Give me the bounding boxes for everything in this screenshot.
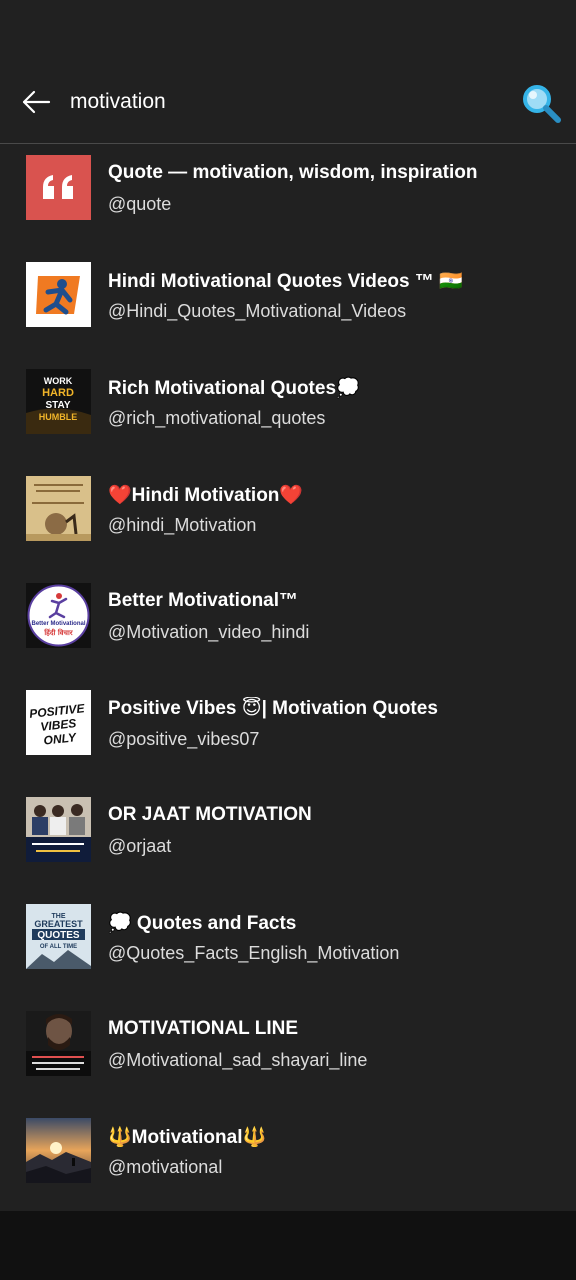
list-item[interactable]: MOTIVATIONAL LINE @Motivational_sad_shay… <box>0 1000 576 1107</box>
channel-handle: @quote <box>108 194 172 214</box>
channel-title: 🔱Motivational🔱 <box>108 1127 267 1148</box>
channel-handle: @rich_motivational_quotes <box>108 408 326 428</box>
list-item[interactable]: OR JAAT MOTIVATION @orjaat <box>0 786 576 893</box>
channel-title: Hindi Motivational Quotes Videos ™ 🇮🇳 <box>108 271 463 292</box>
channel-title: 💭 Quotes and Facts <box>108 913 297 934</box>
channel-handle: @motivational <box>108 1157 223 1177</box>
search-input[interactable] <box>70 82 490 122</box>
navigation-bar <box>0 1211 576 1280</box>
list-item[interactable]: WORK HARD STAY HUMBLE Rich Motivational … <box>0 358 576 465</box>
avatar <box>26 155 91 220</box>
list-item[interactable]: 🔱Motivational🔱 @motivational <box>0 1107 576 1214</box>
avatar <box>26 1011 91 1076</box>
avatar-text: OF ALL TIME <box>40 944 77 950</box>
list-item[interactable]: Better Motivational हिंदी विचार Better M… <box>0 572 576 679</box>
avatar-text: STAY <box>45 400 70 411</box>
channel-title: OR JAAT MOTIVATION <box>108 804 312 825</box>
channel-handle: @Motivation_video_hindi <box>108 622 310 642</box>
avatar-text: GREATEST <box>34 919 83 929</box>
channel-title: Better Motivational™ <box>108 590 299 611</box>
avatar-text: HUMBLE <box>39 412 78 422</box>
avatar: Better Motivational हिंदी विचार <box>26 583 91 648</box>
channel-title: Rich Motivational Quotes💭 <box>108 378 360 399</box>
avatar-text: HARD <box>42 387 74 399</box>
search-button[interactable] <box>516 78 566 128</box>
avatar <box>26 1118 91 1183</box>
list-item[interactable]: THE GREATEST QUOTES OF ALL TIME 💭 Quotes… <box>0 893 576 1000</box>
status-bar <box>0 0 576 60</box>
list-item[interactable]: Hindi Motivational Quotes Videos ™ 🇮🇳 @H… <box>0 251 576 358</box>
channel-title: Quote — motivation, wisdom, inspiration <box>108 162 478 183</box>
channel-title: ❤️Hindi Motivation❤️ <box>108 485 304 506</box>
results-list: Quote — motivation, wisdom, inspiration … <box>0 144 576 1214</box>
channel-handle: @orjaat <box>108 836 172 856</box>
back-button[interactable] <box>14 80 58 124</box>
channel-handle: @positive_vibes07 <box>108 729 260 749</box>
search-header <box>0 60 576 144</box>
channel-title: Positive Vibes 😇| Motivation Quotes <box>108 698 438 719</box>
avatar <box>26 476 91 541</box>
avatar <box>26 797 91 862</box>
channel-handle: @Quotes_Facts_English_Motivation <box>108 943 400 963</box>
list-item[interactable]: ❤️Hindi Motivation❤️ @hindi_Motivation <box>0 465 576 572</box>
avatar: WORK HARD STAY HUMBLE <box>26 369 91 434</box>
avatar-text: हिंदी विचार <box>43 628 73 637</box>
avatar: POSITIVE VIBES ONLY <box>26 690 91 755</box>
channel-handle: @Motivational_sad_shayari_line <box>108 1050 368 1070</box>
avatar: THE GREATEST QUOTES OF ALL TIME <box>26 904 91 969</box>
avatar-text: QUOTES <box>37 930 80 941</box>
channel-title: MOTIVATIONAL LINE <box>108 1018 298 1039</box>
avatar-text: WORK <box>44 376 73 386</box>
arrow-left-icon <box>22 90 51 114</box>
avatar <box>26 262 91 327</box>
avatar-text: Better Motivational <box>31 621 85 627</box>
channel-handle: @Hindi_Quotes_Motivational_Videos <box>108 301 407 321</box>
list-item[interactable]: Quote — motivation, wisdom, inspiration … <box>0 144 576 251</box>
magnifier-icon <box>523 85 561 123</box>
channel-handle: @hindi_Motivation <box>108 515 257 535</box>
list-item[interactable]: POSITIVE VIBES ONLY Positive Vibes 😇| Mo… <box>0 679 576 786</box>
